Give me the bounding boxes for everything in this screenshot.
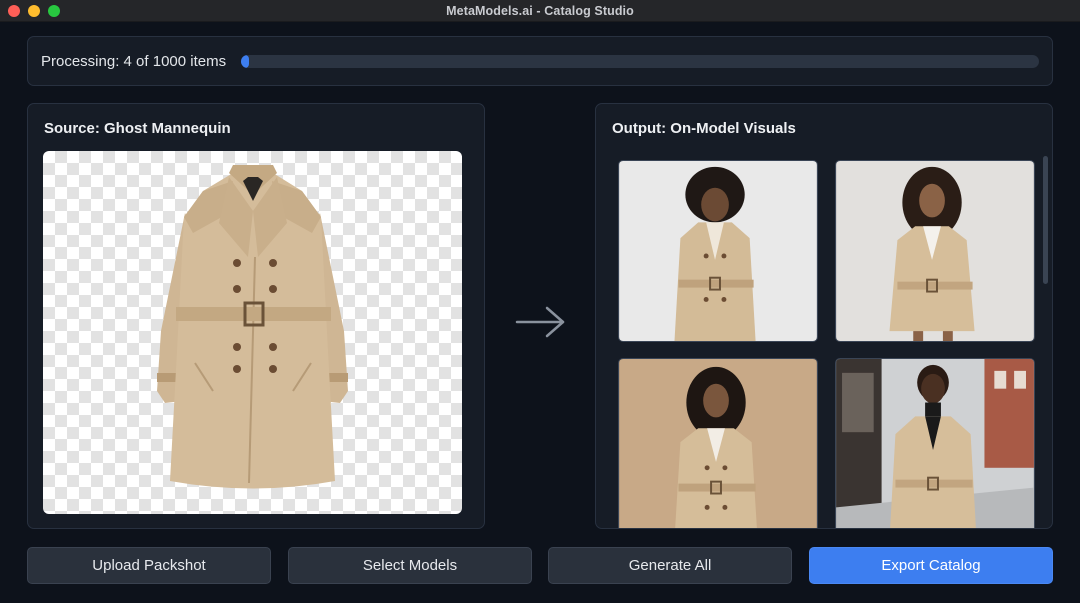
- output-scrollbar-thumb[interactable]: [1043, 156, 1048, 284]
- output-tile[interactable]: [835, 358, 1035, 528]
- model-image-icon: [619, 359, 817, 528]
- output-panel: Output: On-Model Visuals: [595, 103, 1053, 529]
- output-scrollbar[interactable]: [1043, 156, 1048, 516]
- window-title: MetaModels.ai - Catalog Studio: [446, 3, 634, 18]
- model-image-icon: [836, 161, 1034, 341]
- source-panel-title: Source: Ghost Mannequin: [44, 120, 231, 137]
- progress-bar: [241, 55, 1039, 68]
- model-image-icon: [619, 161, 817, 341]
- select-models-button[interactable]: Select Models: [288, 547, 532, 584]
- upload-packshot-button[interactable]: Upload Packshot: [27, 547, 271, 584]
- arrow-right-icon: [515, 306, 565, 338]
- model-image-icon: [836, 359, 1034, 528]
- generate-all-button[interactable]: Generate All: [548, 547, 792, 584]
- progress-label: Processing: 4 of 1000 items: [41, 53, 227, 70]
- output-grid: [618, 160, 1036, 528]
- output-tile[interactable]: [835, 160, 1035, 342]
- output-tile[interactable]: [618, 160, 818, 342]
- source-image[interactable]: [43, 151, 462, 514]
- progress-panel: Processing: 4 of 1000 items: [27, 36, 1053, 86]
- title-bar: MetaModels.ai - Catalog Studio: [0, 0, 1080, 22]
- coat-image-icon: [157, 165, 348, 489]
- source-panel: Source: Ghost Mannequin: [27, 103, 485, 529]
- window-controls: [8, 5, 60, 17]
- output-tile[interactable]: [618, 358, 818, 528]
- close-window-button[interactable]: [8, 5, 20, 17]
- progress-bar-fill: [241, 55, 249, 68]
- app-content: Processing: 4 of 1000 items Source: Ghos…: [0, 22, 1080, 603]
- export-catalog-button[interactable]: Export Catalog: [809, 547, 1053, 584]
- output-panel-title: Output: On-Model Visuals: [612, 120, 796, 137]
- minimize-window-button[interactable]: [28, 5, 40, 17]
- zoom-window-button[interactable]: [48, 5, 60, 17]
